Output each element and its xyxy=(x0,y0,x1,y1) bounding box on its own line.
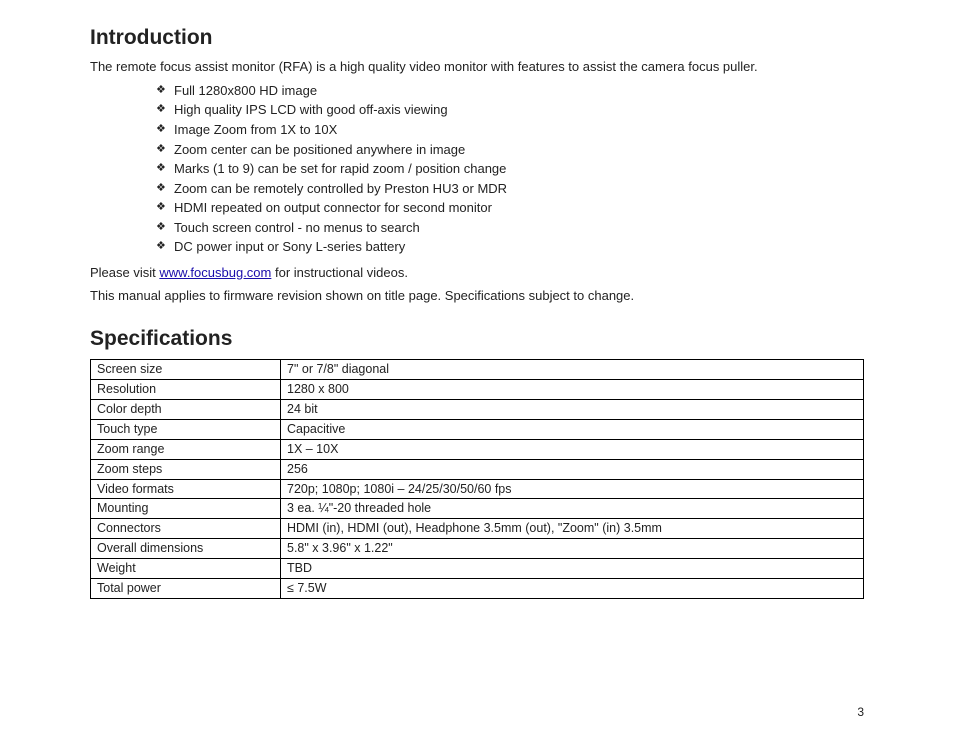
list-item: HDMI repeated on output connector for se… xyxy=(156,199,864,219)
spec-label: Color depth xyxy=(91,400,281,420)
table-row: Touch type Capacitive xyxy=(91,419,864,439)
intro-paragraph-link: Please visit www.focusbug.com for instru… xyxy=(90,264,864,282)
spec-label: Connectors xyxy=(91,519,281,539)
spec-value: 256 xyxy=(281,459,864,479)
spec-label: Touch type xyxy=(91,419,281,439)
intro-paragraph-3: This manual applies to firmware revision… xyxy=(90,287,864,305)
spec-label: Total power xyxy=(91,578,281,598)
list-item: Zoom can be remotely controlled by Prest… xyxy=(156,180,864,200)
table-row: Color depth 24 bit xyxy=(91,400,864,420)
spec-label: Overall dimensions xyxy=(91,539,281,559)
page-number: 3 xyxy=(857,704,864,720)
table-row: Zoom steps 256 xyxy=(91,459,864,479)
spec-value: 3 ea. ¼"-20 threaded hole xyxy=(281,499,864,519)
spec-value: 1X – 10X xyxy=(281,439,864,459)
spec-value: HDMI (in), HDMI (out), Headphone 3.5mm (… xyxy=(281,519,864,539)
intro-paragraph-1: The remote focus assist monitor (RFA) is… xyxy=(90,58,864,76)
spec-value: 7" or 7/8" diagonal xyxy=(281,360,864,380)
spec-value: TBD xyxy=(281,559,864,579)
table-row: Total power ≤ 7.5W xyxy=(91,578,864,598)
spec-value: ≤ 7.5W xyxy=(281,578,864,598)
table-row: Overall dimensions 5.8" x 3.96" x 1.22" xyxy=(91,539,864,559)
table-row: Video formats 720p; 1080p; 1080i – 24/25… xyxy=(91,479,864,499)
spec-label: Resolution xyxy=(91,380,281,400)
list-item: Marks (1 to 9) can be set for rapid zoom… xyxy=(156,160,864,180)
spec-value: 5.8" x 3.96" x 1.22" xyxy=(281,539,864,559)
list-item: DC power input or Sony L-series battery xyxy=(156,238,864,258)
table-row: Connectors HDMI (in), HDMI (out), Headph… xyxy=(91,519,864,539)
spec-value: 720p; 1080p; 1080i – 24/25/30/50/60 fps xyxy=(281,479,864,499)
spec-label: Zoom range xyxy=(91,439,281,459)
feature-list: Full 1280x800 HD image High quality IPS … xyxy=(90,82,864,258)
spec-value: Capacitive xyxy=(281,419,864,439)
intro-heading: Introduction xyxy=(90,24,864,52)
spec-label: Video formats xyxy=(91,479,281,499)
list-item: Full 1280x800 HD image xyxy=(156,82,864,102)
list-item: Touch screen control - no menus to searc… xyxy=(156,219,864,239)
spec-label: Mounting xyxy=(91,499,281,519)
spec-table: Screen size 7" or 7/8" diagonal Resoluti… xyxy=(90,359,864,599)
link-suffix: for instructional videos. xyxy=(271,265,408,280)
spec-value: 1280 x 800 xyxy=(281,380,864,400)
spec-heading: Specifications xyxy=(90,325,864,353)
table-row: Zoom range 1X – 10X xyxy=(91,439,864,459)
table-row: Mounting 3 ea. ¼"-20 threaded hole xyxy=(91,499,864,519)
spec-label: Zoom steps xyxy=(91,459,281,479)
list-item: High quality IPS LCD with good off-axis … xyxy=(156,101,864,121)
website-link[interactable]: www.focusbug.com xyxy=(159,265,271,280)
spec-label: Screen size xyxy=(91,360,281,380)
spec-value: 24 bit xyxy=(281,400,864,420)
list-item: Zoom center can be positioned anywhere i… xyxy=(156,141,864,161)
link-prefix: Please visit xyxy=(90,265,159,280)
table-row: Weight TBD xyxy=(91,559,864,579)
list-item: Image Zoom from 1X to 10X xyxy=(156,121,864,141)
spec-label: Weight xyxy=(91,559,281,579)
table-row: Resolution 1280 x 800 xyxy=(91,380,864,400)
table-row: Screen size 7" or 7/8" diagonal xyxy=(91,360,864,380)
